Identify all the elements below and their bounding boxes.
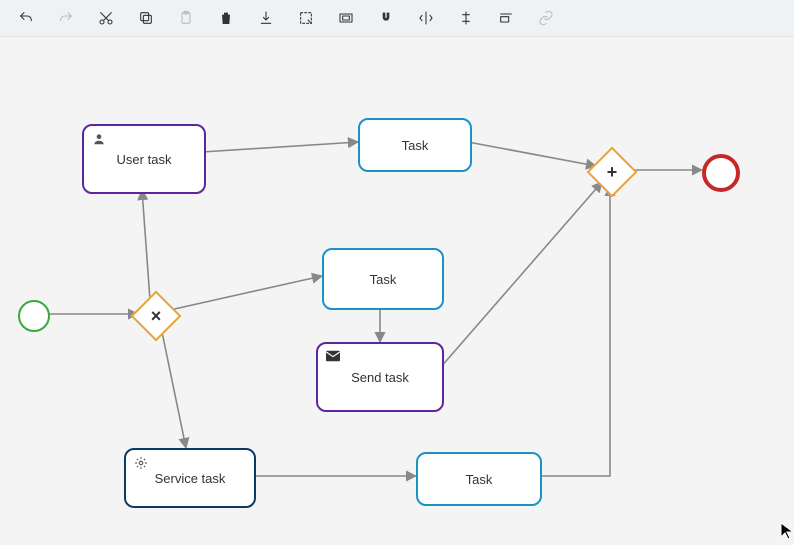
toolbar: [0, 0, 794, 37]
service-task-label: Service task: [155, 471, 226, 486]
task-mid-label: Task: [370, 272, 397, 287]
gateway-plus-symbol: +: [596, 156, 628, 188]
task-top-label: Task: [402, 138, 429, 153]
edge-send_task-gw_plus[interactable]: [440, 182, 602, 368]
user-task-label: User task: [117, 152, 172, 167]
copy-button[interactable]: [130, 4, 162, 32]
end-event[interactable]: [702, 154, 740, 192]
envelope-icon: [326, 350, 340, 365]
user-icon: [92, 132, 106, 149]
edge-gw_x-user_task[interactable]: [142, 190, 150, 300]
send-task-label: Send task: [351, 370, 409, 385]
user-task-node[interactable]: User task: [82, 124, 206, 194]
edge-gw_x-service[interactable]: [162, 332, 186, 448]
space-frame-button[interactable]: [330, 4, 362, 32]
cut-button[interactable]: [90, 4, 122, 32]
gateway-x-symbol: ×: [140, 300, 172, 332]
snap-button[interactable]: [370, 4, 402, 32]
distribute-v-button[interactable]: [450, 4, 482, 32]
link-button[interactable]: [530, 4, 562, 32]
edge-gw_x-task_mid[interactable]: [170, 276, 322, 310]
download-button[interactable]: [250, 4, 282, 32]
service-task-node[interactable]: Service task: [124, 448, 256, 508]
parallel-gateway[interactable]: +: [587, 147, 638, 198]
send-task-node[interactable]: Send task: [316, 342, 444, 412]
undo-button[interactable]: [10, 4, 42, 32]
lasso-button[interactable]: [290, 4, 322, 32]
diagram-canvas[interactable]: × User task Task Task Send task Service …: [0, 36, 794, 530]
redo-button[interactable]: [50, 4, 82, 32]
edge-user_task-task_top[interactable]: [202, 142, 358, 152]
gear-icon: [134, 456, 148, 473]
cursor-icon: [780, 522, 794, 545]
align-button[interactable]: [490, 4, 522, 32]
exclusive-gateway[interactable]: ×: [131, 291, 182, 342]
edge-task_bot-gw_plus[interactable]: [538, 186, 610, 476]
paste-button[interactable]: [170, 4, 202, 32]
distribute-h-button[interactable]: [410, 4, 442, 32]
task-bot-node[interactable]: Task: [416, 452, 542, 506]
delete-button[interactable]: [210, 4, 242, 32]
start-event[interactable]: [18, 300, 50, 332]
edge-task_top-gw_plus[interactable]: [468, 142, 596, 166]
task-top-node[interactable]: Task: [358, 118, 472, 172]
task-mid-node[interactable]: Task: [322, 248, 444, 310]
task-bot-label: Task: [466, 472, 493, 487]
